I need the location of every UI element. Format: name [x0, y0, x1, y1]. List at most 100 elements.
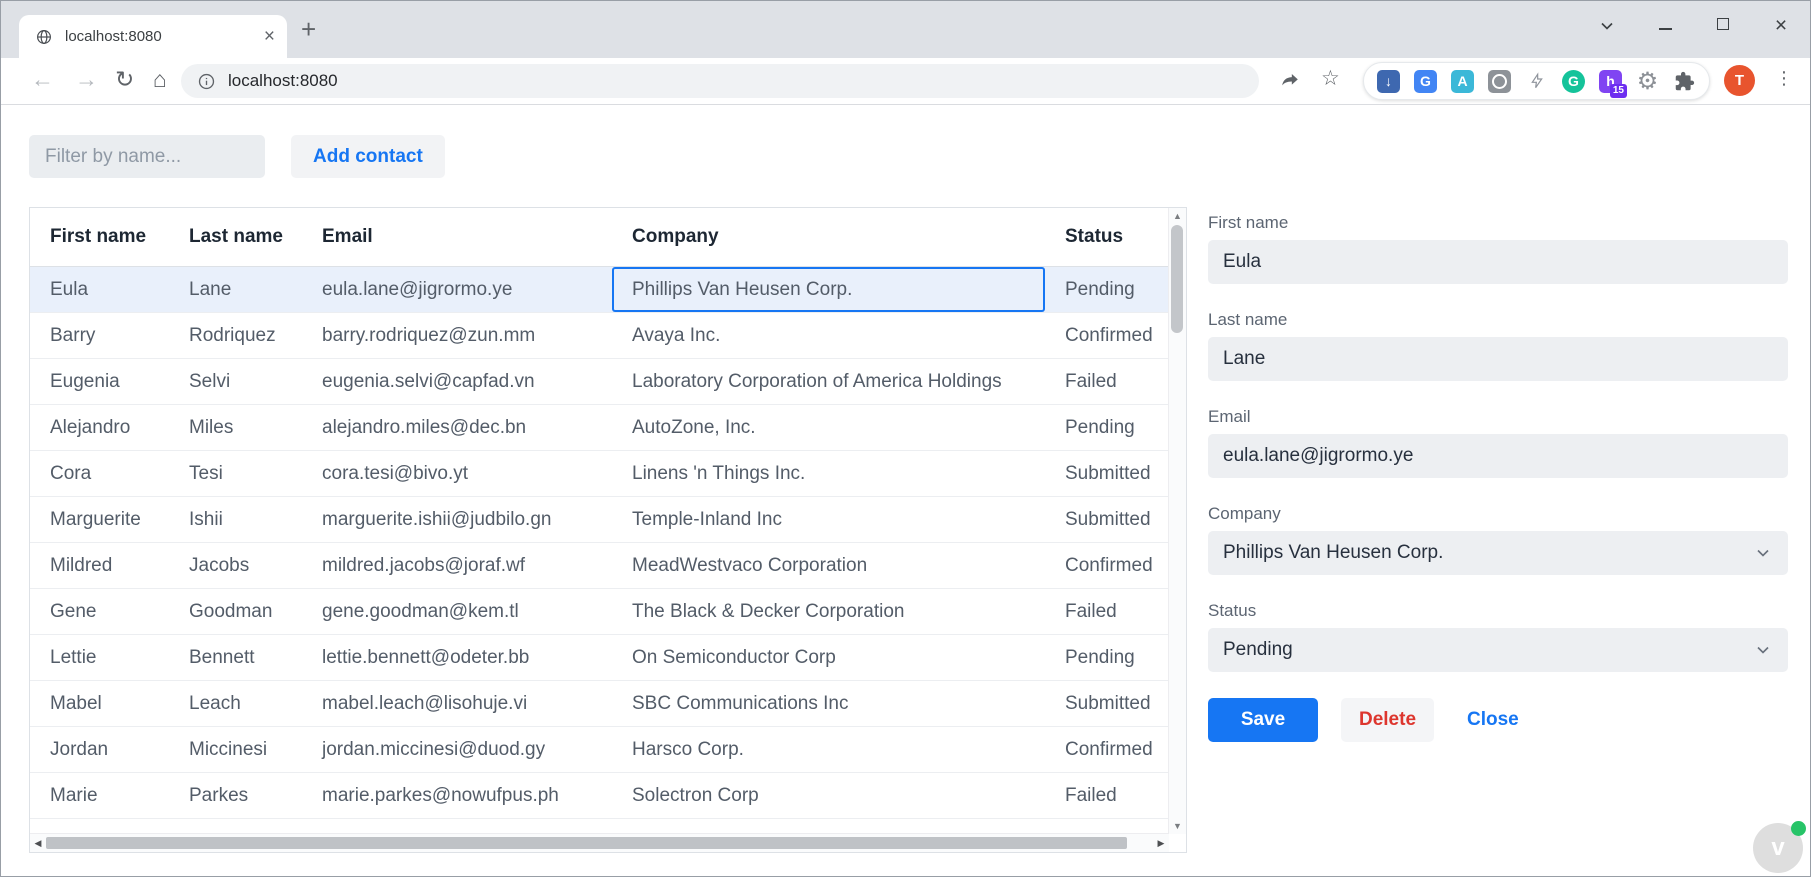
cell-last-name[interactable]: Ishii — [169, 497, 302, 542]
cell-last-name[interactable]: Rodriquez — [169, 313, 302, 358]
cell-status[interactable]: Failed — [1045, 773, 1186, 818]
cell-last-name[interactable]: Lane — [169, 267, 302, 312]
save-button[interactable]: Save — [1208, 698, 1318, 742]
maximize-button[interactable] — [1710, 17, 1736, 35]
share-icon[interactable] — [1279, 69, 1301, 96]
extensions-puzzle-icon[interactable] — [1673, 70, 1696, 93]
cell-company-focused[interactable]: Phillips Van Heusen Corp. — [612, 267, 1045, 312]
table-row[interactable]: Mildred Jacobs mildred.jacobs@joraf.wf M… — [30, 543, 1186, 589]
cell-last-name[interactable]: Leach — [169, 681, 302, 726]
cell-status[interactable]: Submitted — [1045, 681, 1186, 726]
cell-first-name[interactable]: Marie — [30, 773, 169, 818]
cell-status[interactable]: Confirmed — [1045, 727, 1186, 772]
cell-company[interactable]: On Semiconductor Corp — [612, 635, 1045, 680]
cell-status[interactable]: Pending — [1045, 405, 1186, 450]
browser-tab[interactable]: localhost:8080 × — [19, 15, 287, 58]
cell-company[interactable]: Laboratory Corporation of America Holdin… — [612, 359, 1045, 404]
cell-status[interactable]: Pending — [1045, 267, 1186, 312]
cell-email[interactable]: marie.parkes@nowufpus.ph — [302, 773, 612, 818]
cell-company[interactable]: MeadWestvaco Corporation — [612, 543, 1045, 588]
scroll-left-icon[interactable]: ◀ — [30, 834, 46, 852]
cell-email[interactable]: barry.rodriquez@zun.mm — [302, 313, 612, 358]
home-icon[interactable]: ⌂ — [153, 65, 167, 93]
table-row[interactable]: Marguerite Ishii marguerite.ishii@judbil… — [30, 497, 1186, 543]
bookmark-star-icon[interactable]: ☆ — [1321, 66, 1340, 91]
table-row[interactable]: Mabel Leach mabel.leach@lisohuje.vi SBC … — [30, 681, 1186, 727]
cell-last-name[interactable]: Bennett — [169, 635, 302, 680]
scroll-down-icon[interactable]: ▼ — [1169, 818, 1186, 834]
table-row[interactable]: Lettie Bennett lettie.bennett@odeter.bb … — [30, 635, 1186, 681]
table-row[interactable]: Eula Lane eula.lane@jigrormo.ye Phillips… — [30, 267, 1186, 313]
table-row[interactable]: Alejandro Miles alejandro.miles@dec.bn A… — [30, 405, 1186, 451]
cell-email[interactable]: jordan.miccinesi@duod.gy — [302, 727, 612, 772]
cell-email[interactable]: alejandro.miles@dec.bn — [302, 405, 612, 450]
cell-last-name[interactable]: Goodman — [169, 589, 302, 634]
cell-email[interactable]: eugenia.selvi@capfad.vn — [302, 359, 612, 404]
grammarly-extension-icon[interactable]: G — [1562, 69, 1585, 93]
cell-first-name[interactable]: Eula — [30, 267, 169, 312]
cell-status[interactable]: Confirmed — [1045, 313, 1186, 358]
tab-close-icon[interactable]: × — [264, 27, 275, 46]
back-icon[interactable]: ← — [31, 65, 54, 93]
cell-status[interactable]: Pending — [1045, 635, 1186, 680]
cell-first-name[interactable]: Gene — [30, 589, 169, 634]
cell-first-name[interactable]: Jordan — [30, 727, 169, 772]
search-tabs-button[interactable] — [1594, 14, 1620, 38]
browser-menu-icon[interactable]: ⋮ — [1775, 68, 1793, 89]
cell-last-name[interactable]: Jacobs — [169, 543, 302, 588]
cell-company[interactable]: Temple-Inland Inc — [612, 497, 1045, 542]
company-select[interactable]: Phillips Van Heusen Corp. — [1208, 531, 1788, 575]
forward-icon[interactable]: → — [75, 65, 98, 93]
table-row[interactable]: Barry Rodriquez barry.rodriquez@zun.mm A… — [30, 313, 1186, 359]
cell-first-name[interactable]: Eugenia — [30, 359, 169, 404]
cell-company[interactable]: AutoZone, Inc. — [612, 405, 1045, 450]
cell-first-name[interactable]: Mabel — [30, 681, 169, 726]
vertical-scrollbar-thumb[interactable] — [1171, 225, 1183, 333]
cell-company[interactable]: Avaya Inc. — [612, 313, 1045, 358]
first-name-field[interactable] — [1208, 240, 1788, 284]
cell-email[interactable]: eula.lane@jigrormo.ye — [302, 267, 612, 312]
cell-email[interactable]: lettie.bennett@odeter.bb — [302, 635, 612, 680]
vaadin-dev-indicator[interactable]: v — [1753, 821, 1806, 873]
screenshot-extension-icon[interactable] — [1488, 69, 1511, 93]
cell-status[interactable]: Failed — [1045, 359, 1186, 404]
scroll-right-icon[interactable]: ▶ — [1153, 834, 1169, 852]
table-row[interactable]: Eugenia Selvi eugenia.selvi@capfad.vn La… — [30, 359, 1186, 405]
cell-first-name[interactable]: Cora — [30, 451, 169, 496]
gear-extension-icon[interactable]: ⚙ — [1636, 68, 1659, 95]
cell-email[interactable]: gene.goodman@kem.tl — [302, 589, 612, 634]
table-row[interactable]: Marie Parkes marie.parkes@nowufpus.ph So… — [30, 773, 1186, 819]
scroll-up-icon[interactable]: ▲ — [1169, 208, 1186, 224]
last-name-field[interactable] — [1208, 337, 1788, 381]
cell-company[interactable]: Linens 'n Things Inc. — [612, 451, 1045, 496]
cell-first-name[interactable]: Mildred — [30, 543, 169, 588]
minimize-button[interactable] — [1652, 21, 1678, 39]
filter-input[interactable] — [29, 135, 265, 178]
delete-button[interactable]: Delete — [1341, 698, 1434, 742]
address-bar[interactable]: localhost:8080 — [181, 64, 1259, 98]
cell-company[interactable]: Solectron Corp — [612, 773, 1045, 818]
annotate-extension-icon[interactable]: A — [1451, 69, 1474, 93]
cell-last-name[interactable]: Parkes — [169, 773, 302, 818]
cell-status[interactable]: Submitted — [1045, 497, 1186, 542]
close-button[interactable]: Close — [1457, 698, 1529, 742]
cell-first-name[interactable]: Alejandro — [30, 405, 169, 450]
cell-last-name[interactable]: Selvi — [169, 359, 302, 404]
cell-email[interactable]: mildred.jacobs@joraf.wf — [302, 543, 612, 588]
cell-company[interactable]: SBC Communications Inc — [612, 681, 1045, 726]
cell-first-name[interactable]: Marguerite — [30, 497, 169, 542]
cell-last-name[interactable]: Tesi — [169, 451, 302, 496]
add-contact-button[interactable]: Add contact — [291, 135, 445, 178]
cell-company[interactable]: The Black & Decker Corporation — [612, 589, 1045, 634]
cell-email[interactable]: marguerite.ishii@judbilo.gn — [302, 497, 612, 542]
reload-icon[interactable]: ↻ — [115, 65, 134, 93]
cell-last-name[interactable]: Miccinesi — [169, 727, 302, 772]
email-field[interactable] — [1208, 434, 1788, 478]
status-select[interactable]: Pending — [1208, 628, 1788, 672]
grid-horizontal-scrollbar[interactable]: ◀ ▶ — [30, 833, 1169, 852]
cell-last-name[interactable]: Miles — [169, 405, 302, 450]
profile-avatar[interactable]: T — [1724, 65, 1755, 96]
honey-extension-icon[interactable]: h 15 — [1599, 69, 1627, 98]
window-close-button[interactable]: × — [1768, 15, 1794, 36]
download-extension-icon[interactable]: ↓ — [1377, 69, 1400, 93]
